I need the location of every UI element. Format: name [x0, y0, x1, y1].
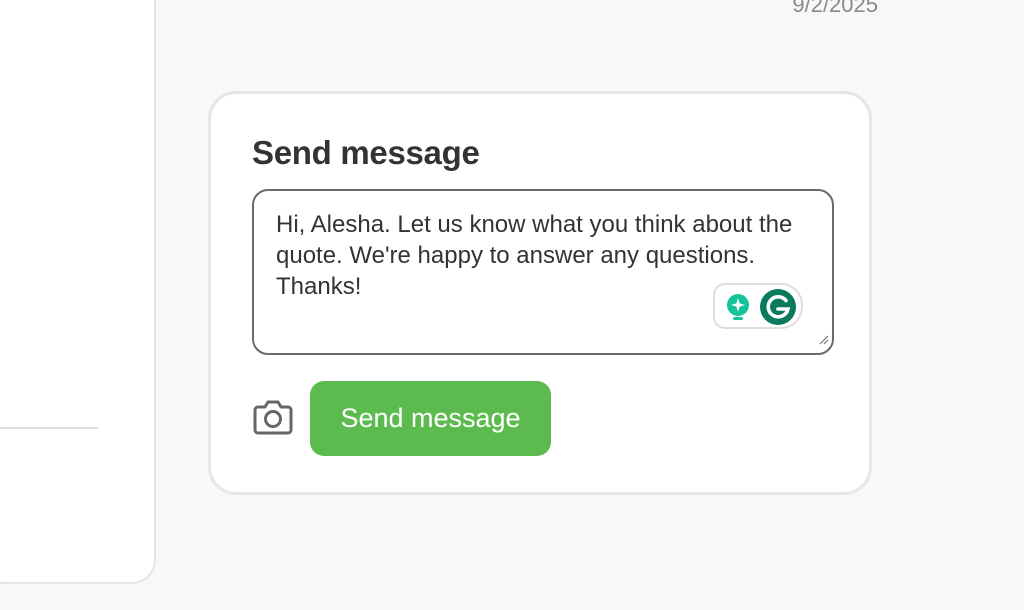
left-panel — [0, 0, 156, 584]
grammarly-widget[interactable] — [713, 283, 803, 329]
send-message-button[interactable]: Send message — [310, 381, 551, 456]
resize-handle-icon[interactable] — [819, 332, 829, 350]
grammarly-g-icon[interactable] — [759, 288, 797, 331]
camera-icon[interactable] — [252, 397, 294, 442]
message-date: 9/2/2025 — [792, 0, 878, 17]
send-message-card: Send message Hi, Alesha. Let us know wha… — [208, 91, 872, 495]
lightbulb-sparkle-icon[interactable] — [725, 293, 751, 328]
left-panel-divider — [0, 427, 98, 429]
card-title: Send message — [252, 134, 480, 171]
message-textarea[interactable]: Hi, Alesha. Let us know what you think a… — [252, 189, 834, 355]
